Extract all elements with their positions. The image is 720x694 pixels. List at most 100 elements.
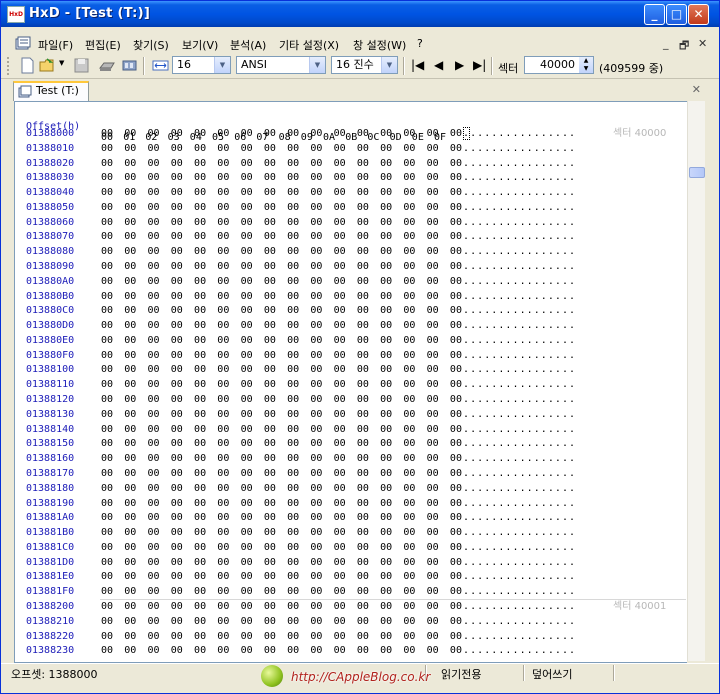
menu-extras[interactable]: 기타 설정(X) [279, 37, 339, 53]
charset-select[interactable]: ANSI ▼ [236, 56, 326, 74]
row-ascii[interactable]: ................ [463, 349, 576, 363]
row-ascii[interactable]: ................ [463, 290, 576, 304]
menu-file[interactable]: 파일(F) [38, 37, 73, 53]
row-ascii[interactable]: ................ [463, 142, 576, 156]
row-hex-bytes[interactable]: 00 00 00 00 00 00 00 00 00 00 00 00 00 0… [101, 349, 462, 363]
row-ascii[interactable]: ................ [463, 260, 576, 274]
row-ascii[interactable]: ................ [463, 423, 576, 437]
row-hex-bytes[interactable]: 00 00 00 00 00 00 00 00 00 00 00 00 00 0… [101, 482, 462, 496]
row-ascii[interactable]: ................ [463, 437, 576, 451]
open-disk-icon[interactable] [99, 57, 116, 74]
row-hex-bytes[interactable]: 00 00 00 00 00 00 00 00 00 00 00 00 00 0… [101, 600, 462, 614]
toolbar-grip[interactable] [7, 57, 10, 75]
row-hex-bytes[interactable]: 00 00 00 00 00 00 00 00 00 00 00 00 00 0… [101, 245, 462, 259]
row-hex-bytes[interactable]: 00 00 00 00 00 00 00 00 00 00 00 00 00 0… [101, 216, 462, 230]
row-hex-bytes[interactable]: 00 00 00 00 00 00 00 00 00 00 00 00 00 0… [101, 630, 462, 644]
first-sector-icon[interactable]: |◀ [411, 58, 424, 72]
row-hex-bytes[interactable]: 00 00 00 00 00 00 00 00 00 00 00 00 00 0… [101, 556, 462, 570]
row-ascii[interactable]: ................ [463, 585, 576, 599]
row-ascii[interactable]: ................ [463, 230, 576, 244]
row-hex-bytes[interactable]: 00 00 00 00 00 00 00 00 00 00 00 00 00 0… [101, 644, 462, 658]
row-ascii[interactable]: ................ [463, 216, 576, 230]
row-hex-bytes[interactable]: 00 00 00 00 00 00 00 00 00 00 00 00 00 0… [101, 201, 462, 215]
scrollbar-thumb[interactable] [689, 167, 705, 178]
tab-test-drive[interactable]: Test (T:) [13, 81, 89, 101]
row-ascii[interactable]: ................ [463, 600, 576, 614]
row-hex-bytes[interactable]: 00 00 00 00 00 00 00 00 00 00 00 00 00 0… [101, 378, 462, 392]
row-hex-bytes[interactable]: 00 00 00 00 00 00 00 00 00 00 00 00 00 0… [101, 334, 462, 348]
row-ascii[interactable]: ................ [463, 157, 576, 171]
row-ascii[interactable]: ................ [463, 408, 576, 422]
row-ascii[interactable]: ................ [463, 482, 576, 496]
row-hex-bytes[interactable]: 00 00 00 00 00 00 00 00 00 00 00 00 00 0… [101, 570, 462, 584]
row-hex-bytes[interactable]: 00 00 00 00 00 00 00 00 00 00 00 00 00 0… [101, 511, 462, 525]
vertical-scrollbar[interactable] [687, 101, 705, 661]
sector-input[interactable]: 40000 ▲ ▼ [524, 56, 594, 74]
title-bar[interactable]: HxD HxD - [Test (T:)] _ □ ✕ [1, 1, 719, 27]
mdi-minimize-button[interactable]: _ [663, 37, 669, 50]
bytes-per-row-select[interactable]: 16 ▼ [172, 56, 231, 74]
new-file-icon[interactable] [19, 57, 36, 74]
row-hex-bytes[interactable]: 00 00 00 00 00 00 00 00 00 00 00 00 00 0… [101, 304, 462, 318]
row-ascii[interactable]: ................ [463, 319, 576, 333]
row-hex-bytes[interactable]: 00 00 00 00 00 00 00 00 00 00 00 00 00 0… [101, 423, 462, 437]
maximize-button[interactable]: □ [666, 4, 687, 25]
row-hex-bytes[interactable]: 00 00 00 00 00 00 00 00 00 00 00 00 00 0… [101, 393, 462, 407]
row-ascii[interactable]: ................ [463, 615, 576, 629]
row-hex-bytes[interactable]: 00 00 00 00 00 00 00 00 00 00 00 00 00 0… [101, 157, 462, 171]
row-ascii[interactable]: ................ [463, 630, 576, 644]
row-hex-bytes[interactable]: 00 00 00 00 00 00 00 00 00 00 00 00 00 0… [101, 526, 462, 540]
row-hex-bytes[interactable]: 00 00 00 00 00 00 00 00 00 00 00 00 00 0… [101, 230, 462, 244]
row-hex-bytes[interactable]: 00 00 00 00 00 00 00 00 00 00 00 00 00 0… [101, 408, 462, 422]
menu-edit[interactable]: 편집(E) [85, 37, 121, 53]
menu-view[interactable]: 보기(V) [182, 37, 218, 53]
row-ascii[interactable]: ................ [463, 363, 576, 377]
row-ascii[interactable]: ................ [463, 304, 576, 318]
row-ascii[interactable]: ................ [463, 171, 576, 185]
menu-help[interactable]: ? [417, 37, 423, 50]
offset-base-select[interactable]: 16 진수 ▼ [331, 56, 398, 74]
row-ascii[interactable]: ................ [463, 497, 576, 511]
open-dropdown-icon[interactable]: ▼ [59, 59, 64, 67]
row-hex-bytes[interactable]: 00 00 00 00 00 00 00 00 00 00 00 00 00 0… [101, 615, 462, 629]
open-folder-icon[interactable] [39, 57, 56, 74]
row-ascii[interactable]: ................ [463, 541, 576, 555]
save-icon[interactable] [73, 57, 90, 74]
tab-close-icon[interactable]: ✕ [692, 83, 701, 96]
row-ascii[interactable]: ................ [463, 127, 576, 141]
open-ram-icon[interactable] [121, 57, 138, 74]
row-hex-bytes[interactable]: 00 00 00 00 00 00 00 00 00 00 00 00 00 0… [101, 275, 462, 289]
row-ascii[interactable]: ................ [463, 511, 576, 525]
row-ascii[interactable]: ................ [463, 644, 576, 658]
previous-sector-icon[interactable]: ◀ [434, 58, 443, 72]
row-ascii[interactable]: ................ [463, 570, 576, 584]
row-ascii[interactable]: ................ [463, 275, 576, 289]
row-ascii[interactable]: ................ [463, 467, 576, 481]
next-sector-icon[interactable]: ▶ [455, 58, 464, 72]
row-ascii[interactable]: ................ [463, 245, 576, 259]
row-hex-bytes[interactable]: 00 00 00 00 00 00 00 00 00 00 00 00 00 0… [101, 497, 462, 511]
menu-search[interactable]: 찾기(S) [133, 37, 169, 53]
chevron-down-icon[interactable]: ▼ [381, 57, 397, 73]
menu-window[interactable]: 창 설정(W) [353, 37, 406, 53]
row-ascii[interactable]: ................ [463, 334, 576, 348]
row-hex-bytes[interactable]: 00 00 00 00 00 00 00 00 00 00 00 00 00 0… [101, 186, 462, 200]
sector-spinner-icon[interactable]: ▲ ▼ [579, 57, 593, 73]
row-hex-bytes[interactable]: 00 00 00 00 00 00 00 00 00 00 00 00 00 0… [101, 260, 462, 274]
row-ascii[interactable]: ................ [463, 201, 576, 215]
row-hex-bytes[interactable]: 00 00 00 00 00 00 00 00 00 00 00 00 00 0… [101, 290, 462, 304]
row-hex-bytes[interactable]: 00 00 00 00 00 00 00 00 00 00 00 00 00 0… [101, 452, 462, 466]
row-ascii[interactable]: ................ [463, 378, 576, 392]
row-ascii[interactable]: ................ [463, 393, 576, 407]
row-ascii[interactable]: ................ [463, 526, 576, 540]
row-hex-bytes[interactable]: 00 00 00 00 00 00 00 00 00 00 00 00 00 0… [101, 585, 462, 599]
menu-analysis[interactable]: 분석(A) [230, 37, 266, 53]
row-ascii[interactable]: ................ [463, 452, 576, 466]
row-hex-bytes[interactable]: 00 00 00 00 00 00 00 00 00 00 00 00 00 0… [101, 541, 462, 555]
row-hex-bytes[interactable]: 00 00 00 00 00 00 00 00 00 00 00 00 00 0… [101, 363, 462, 377]
mdi-close-button[interactable]: ✕ [698, 37, 707, 50]
chevron-down-icon[interactable]: ▼ [214, 57, 230, 73]
last-sector-icon[interactable]: ▶| [473, 58, 486, 72]
hex-editor-area[interactable]: Offset(h) 00 01 02 03 04 05 06 07 08 09 0A 0B 0C 0D 0E… [14, 101, 687, 663]
row-hex-bytes[interactable]: 00 00 00 00 00 00 00 00 00 00 00 00 00 0… [101, 467, 462, 481]
